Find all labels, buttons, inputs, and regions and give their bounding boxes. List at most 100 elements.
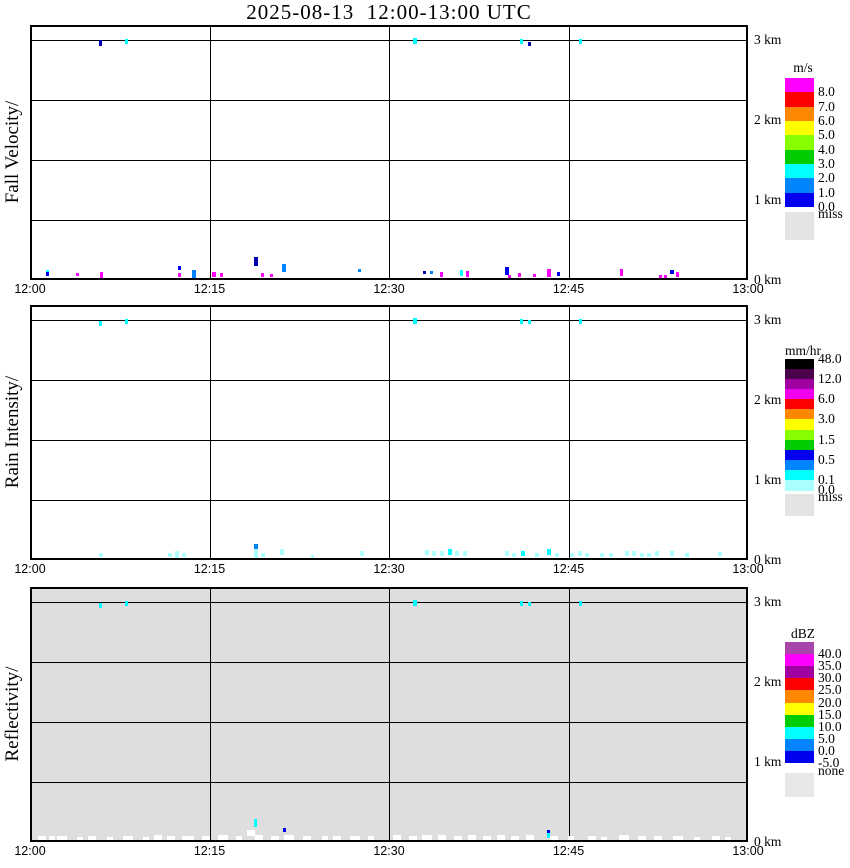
data-mark	[570, 553, 574, 557]
data-mark	[463, 551, 467, 556]
legend-color-cell	[785, 106, 814, 122]
data-mark	[664, 275, 667, 278]
data-mark	[143, 837, 149, 840]
data-mark	[619, 835, 629, 840]
legend-miss-label: none	[818, 763, 845, 778]
time-gridline	[569, 589, 570, 840]
data-mark	[521, 551, 525, 556]
data-mark	[283, 828, 286, 832]
legend-color-cell	[785, 469, 814, 481]
km-axis-label: 3 km	[754, 594, 782, 609]
data-mark	[182, 553, 186, 557]
time-gridline	[210, 589, 211, 840]
time-gridline	[389, 307, 390, 558]
data-mark	[609, 553, 613, 557]
time-axis-label: 12:15	[193, 844, 226, 858]
time-gridline	[389, 589, 390, 840]
plot-panel-3	[30, 587, 748, 842]
time-axis-label: 12:30	[373, 282, 405, 296]
legend-color-cell	[785, 369, 814, 380]
time-axis-label: 12:45	[552, 844, 585, 858]
data-mark	[483, 836, 491, 840]
legend-color-cell	[785, 359, 814, 370]
legend-value-label: 6.0	[818, 391, 835, 407]
data-mark	[220, 273, 223, 277]
time-gridline	[569, 307, 570, 558]
legend-color-cell	[785, 678, 814, 691]
data-mark	[99, 40, 102, 46]
mrr-quicklook-figure: 2025-08-13 12:00-13:00 UTC Fall Velocity…	[0, 0, 850, 868]
data-mark	[432, 551, 436, 556]
data-mark	[455, 551, 459, 556]
legend-color-cell	[785, 642, 814, 655]
data-mark	[393, 835, 401, 840]
data-mark	[508, 275, 511, 278]
data-mark	[585, 553, 589, 557]
data-mark	[212, 272, 216, 277]
data-mark	[178, 266, 181, 270]
data-mark	[466, 271, 469, 277]
data-mark	[125, 601, 128, 606]
legend-color-cell	[785, 149, 814, 165]
data-mark	[368, 836, 374, 840]
data-mark	[655, 551, 659, 556]
data-mark	[440, 272, 443, 277]
data-mark	[712, 836, 720, 840]
data-mark	[625, 551, 629, 556]
data-mark	[218, 835, 228, 840]
legend-color-cell	[785, 459, 814, 471]
legend-color-cell	[785, 738, 814, 752]
time-axis-label: 12:00	[14, 562, 46, 576]
data-mark	[557, 272, 560, 276]
data-mark	[38, 836, 46, 840]
data-mark	[520, 319, 523, 324]
data-mark	[77, 837, 83, 840]
panel1-ylabel: Fall Velocity/	[2, 100, 23, 204]
legend-color-cell	[785, 389, 814, 400]
data-mark	[638, 836, 646, 840]
data-mark	[454, 836, 462, 840]
data-mark	[520, 39, 523, 44]
data-mark	[280, 549, 284, 555]
data-mark	[579, 319, 582, 324]
data-mark	[579, 39, 582, 44]
legend-color-cell	[785, 120, 814, 136]
legend-title: dBZ	[790, 626, 816, 641]
data-mark	[182, 836, 194, 840]
figure-title: 2025-08-13 12:00-13:00 UTC	[246, 0, 532, 24]
legend-value-label: 48.0	[818, 351, 842, 366]
data-mark	[448, 549, 452, 555]
legend-title: m/s	[793, 60, 813, 75]
data-mark	[555, 553, 559, 557]
data-mark	[282, 264, 286, 272]
data-mark	[125, 319, 128, 324]
km-axis-label: 3 km	[754, 312, 782, 327]
data-mark	[254, 257, 258, 266]
data-mark	[718, 552, 722, 556]
km-axis-label: 3 km	[754, 32, 782, 47]
data-mark	[247, 830, 255, 836]
data-mark	[640, 553, 644, 557]
data-mark	[202, 836, 210, 840]
data-mark	[528, 320, 531, 324]
time-axis-label: 12:45	[552, 282, 585, 296]
km-axis-label: 2 km	[754, 112, 782, 127]
data-mark	[632, 551, 636, 556]
data-mark	[76, 273, 79, 276]
legend-value-label: 12.0	[818, 371, 842, 387]
data-mark	[413, 318, 417, 324]
data-mark	[725, 837, 731, 840]
time-axis-label: 12:15	[193, 282, 226, 296]
legend-color-cell	[785, 135, 814, 151]
data-mark	[520, 601, 523, 606]
data-mark	[505, 551, 509, 556]
data-mark	[670, 270, 674, 274]
data-mark	[254, 819, 257, 827]
data-mark	[303, 836, 311, 840]
legend-color-cell	[785, 666, 814, 679]
legend-color-cell	[785, 163, 814, 179]
data-mark	[413, 38, 417, 44]
data-mark	[620, 269, 623, 276]
data-mark	[311, 555, 314, 558]
data-mark	[168, 553, 172, 557]
